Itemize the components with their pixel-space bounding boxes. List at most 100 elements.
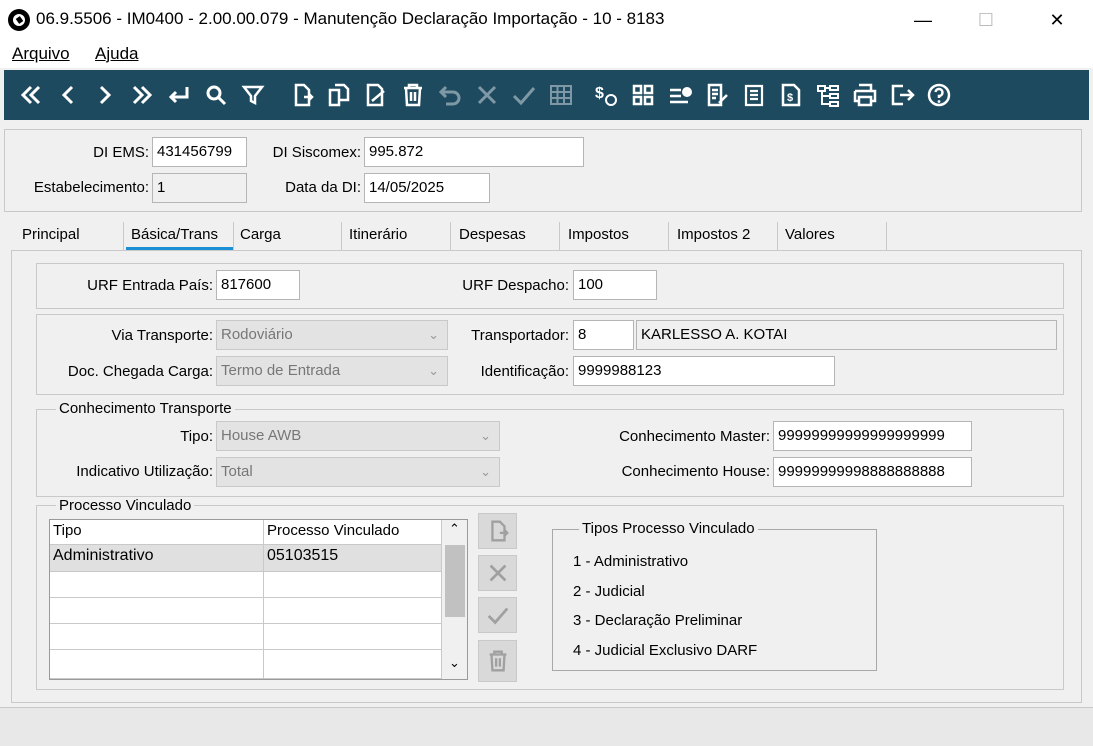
table-row-empty[interactable] bbox=[50, 598, 264, 624]
delete-icon bbox=[489, 650, 506, 672]
transportador-label: Transportador: bbox=[471, 327, 569, 344]
goto-icon[interactable] bbox=[160, 75, 197, 115]
tipo-item: 2 - Judicial bbox=[573, 583, 645, 600]
chevron-down-icon: ⌄ bbox=[480, 464, 491, 479]
scrollbar-thumb[interactable] bbox=[445, 545, 465, 617]
tab-valores[interactable]: Valores bbox=[785, 226, 835, 243]
tipo-item: 4 - Judicial Exclusivo DARF bbox=[573, 642, 758, 659]
status-bar bbox=[0, 707, 1093, 746]
grid-icon[interactable] bbox=[542, 75, 579, 115]
filter-icon[interactable] bbox=[234, 75, 271, 115]
indicativo-value: Total bbox=[221, 463, 253, 480]
prev-icon[interactable] bbox=[49, 75, 86, 115]
table-row-empty[interactable] bbox=[50, 572, 264, 598]
processo-title: Processo Vinculado bbox=[56, 497, 195, 514]
urf-despacho-field[interactable]: 100 bbox=[573, 270, 657, 300]
money-icon[interactable]: $ bbox=[587, 75, 624, 115]
add-processo-button[interactable] bbox=[478, 513, 517, 549]
indicativo-label: Indicativo Utilização: bbox=[76, 463, 213, 480]
tab-divider bbox=[450, 222, 451, 250]
close-button[interactable]: ✕ bbox=[1034, 0, 1080, 40]
table-row-empty[interactable] bbox=[50, 650, 264, 679]
exit-icon[interactable] bbox=[883, 75, 920, 115]
master-field[interactable]: 99999999999999999999 bbox=[773, 421, 972, 451]
doc-chegada-value: Termo de Entrada bbox=[221, 362, 341, 379]
tab-divider bbox=[559, 222, 560, 250]
tipo-label: Tipo: bbox=[180, 428, 213, 445]
identificacao-label: Identificação: bbox=[480, 363, 569, 380]
scroll-up-icon[interactable]: ⌃ bbox=[444, 521, 465, 543]
confirm-icon bbox=[487, 607, 508, 625]
via-transporte-select[interactable]: Rodoviário ⌄ bbox=[216, 320, 448, 350]
cancel-icon[interactable] bbox=[468, 75, 505, 115]
tipos-title: Tipos Processo Vinculado bbox=[579, 520, 758, 537]
table-row-empty[interactable] bbox=[264, 572, 442, 598]
table-row-empty[interactable] bbox=[264, 598, 442, 624]
doc-chegada-select[interactable]: Termo de Entrada ⌄ bbox=[216, 356, 448, 386]
copy-icon[interactable] bbox=[320, 75, 357, 115]
window-title: 06.9.5506 - IM0400 - 2.00.00.079 - Manut… bbox=[36, 9, 665, 28]
list-alert-icon[interactable] bbox=[661, 75, 698, 115]
table-row-empty[interactable] bbox=[264, 624, 442, 650]
column-header-tipo[interactable]: Tipo bbox=[50, 520, 264, 545]
help-icon[interactable] bbox=[920, 75, 957, 115]
identificacao-field[interactable]: 9999988123 bbox=[573, 356, 835, 386]
di-ems-field[interactable]: 431456799 bbox=[152, 137, 247, 167]
data-di-field[interactable]: 14/05/2025 bbox=[364, 173, 490, 203]
tab-impostos-2[interactable]: Impostos 2 bbox=[677, 226, 750, 243]
delete-icon[interactable] bbox=[394, 75, 431, 115]
print-icon[interactable] bbox=[846, 75, 883, 115]
minimize-button[interactable]: — bbox=[900, 0, 946, 40]
last-icon[interactable] bbox=[123, 75, 160, 115]
confirm-icon[interactable] bbox=[505, 75, 542, 115]
tab-principal[interactable]: Principal bbox=[22, 226, 80, 243]
doc-chegada-label: Doc. Chegada Carga: bbox=[67, 363, 213, 380]
doc-money-icon[interactable]: $ bbox=[772, 75, 809, 115]
table-row-empty[interactable] bbox=[50, 624, 264, 650]
new-icon[interactable] bbox=[283, 75, 320, 115]
tab-basica-trans[interactable]: Básica/Trans bbox=[131, 226, 233, 243]
scroll-down-icon[interactable]: ⌄ bbox=[444, 655, 465, 677]
confirm-processo-button[interactable] bbox=[478, 597, 517, 633]
di-siscomex-label: DI Siscomex: bbox=[272, 144, 361, 161]
tipo-item: 3 - Declaração Preliminar bbox=[573, 612, 743, 629]
search-icon[interactable] bbox=[197, 75, 234, 115]
menu-arquivo[interactable]: Arquivo bbox=[12, 44, 70, 64]
table-cell-processo[interactable]: 05103515 bbox=[264, 545, 442, 572]
apps-icon[interactable] bbox=[624, 75, 661, 115]
delete-processo-button[interactable] bbox=[478, 640, 517, 682]
house-label: Conhecimento House: bbox=[621, 463, 770, 480]
chevron-down-icon: ⌄ bbox=[428, 327, 439, 342]
maximize-button[interactable]: ☐ bbox=[963, 0, 1009, 40]
di-ems-label: DI EMS: bbox=[93, 144, 149, 161]
svg-text:$: $ bbox=[595, 85, 604, 102]
doc-edit-icon[interactable] bbox=[698, 75, 735, 115]
tab-carga[interactable]: Carga bbox=[240, 226, 281, 243]
house-field[interactable]: 99999999998888888888 bbox=[773, 457, 972, 487]
transportador-code-field[interactable]: 8 bbox=[573, 320, 634, 350]
tab-divider bbox=[233, 222, 234, 250]
doc-icon[interactable] bbox=[735, 75, 772, 115]
tab-impostos[interactable]: Impostos bbox=[568, 226, 629, 243]
via-transporte-label: Via Transporte: bbox=[111, 327, 213, 344]
tipo-select[interactable]: House AWB ⌄ bbox=[216, 421, 500, 451]
first-icon[interactable] bbox=[12, 75, 49, 115]
tab-itinerario[interactable]: Itinerário bbox=[349, 226, 407, 243]
estabelecimento-field[interactable]: 1 bbox=[152, 173, 247, 203]
table-row-empty[interactable] bbox=[264, 650, 442, 679]
indicativo-select[interactable]: Total ⌄ bbox=[216, 457, 500, 487]
di-siscomex-field[interactable]: 995.872 bbox=[364, 137, 584, 167]
remove-processo-button[interactable] bbox=[478, 555, 517, 591]
tab-despesas[interactable]: Despesas bbox=[459, 226, 526, 243]
edit-icon[interactable] bbox=[357, 75, 394, 115]
tree-icon[interactable] bbox=[809, 75, 846, 115]
urf-entrada-field[interactable]: 817600 bbox=[216, 270, 300, 300]
undo-icon[interactable] bbox=[431, 75, 468, 115]
next-icon[interactable] bbox=[86, 75, 123, 115]
menu-ajuda[interactable]: Ajuda bbox=[95, 44, 138, 64]
column-header-processo[interactable]: Processo Vinculado bbox=[264, 520, 442, 545]
cancel-icon bbox=[489, 564, 506, 582]
table-cell-tipo[interactable]: Administrativo bbox=[50, 545, 264, 572]
